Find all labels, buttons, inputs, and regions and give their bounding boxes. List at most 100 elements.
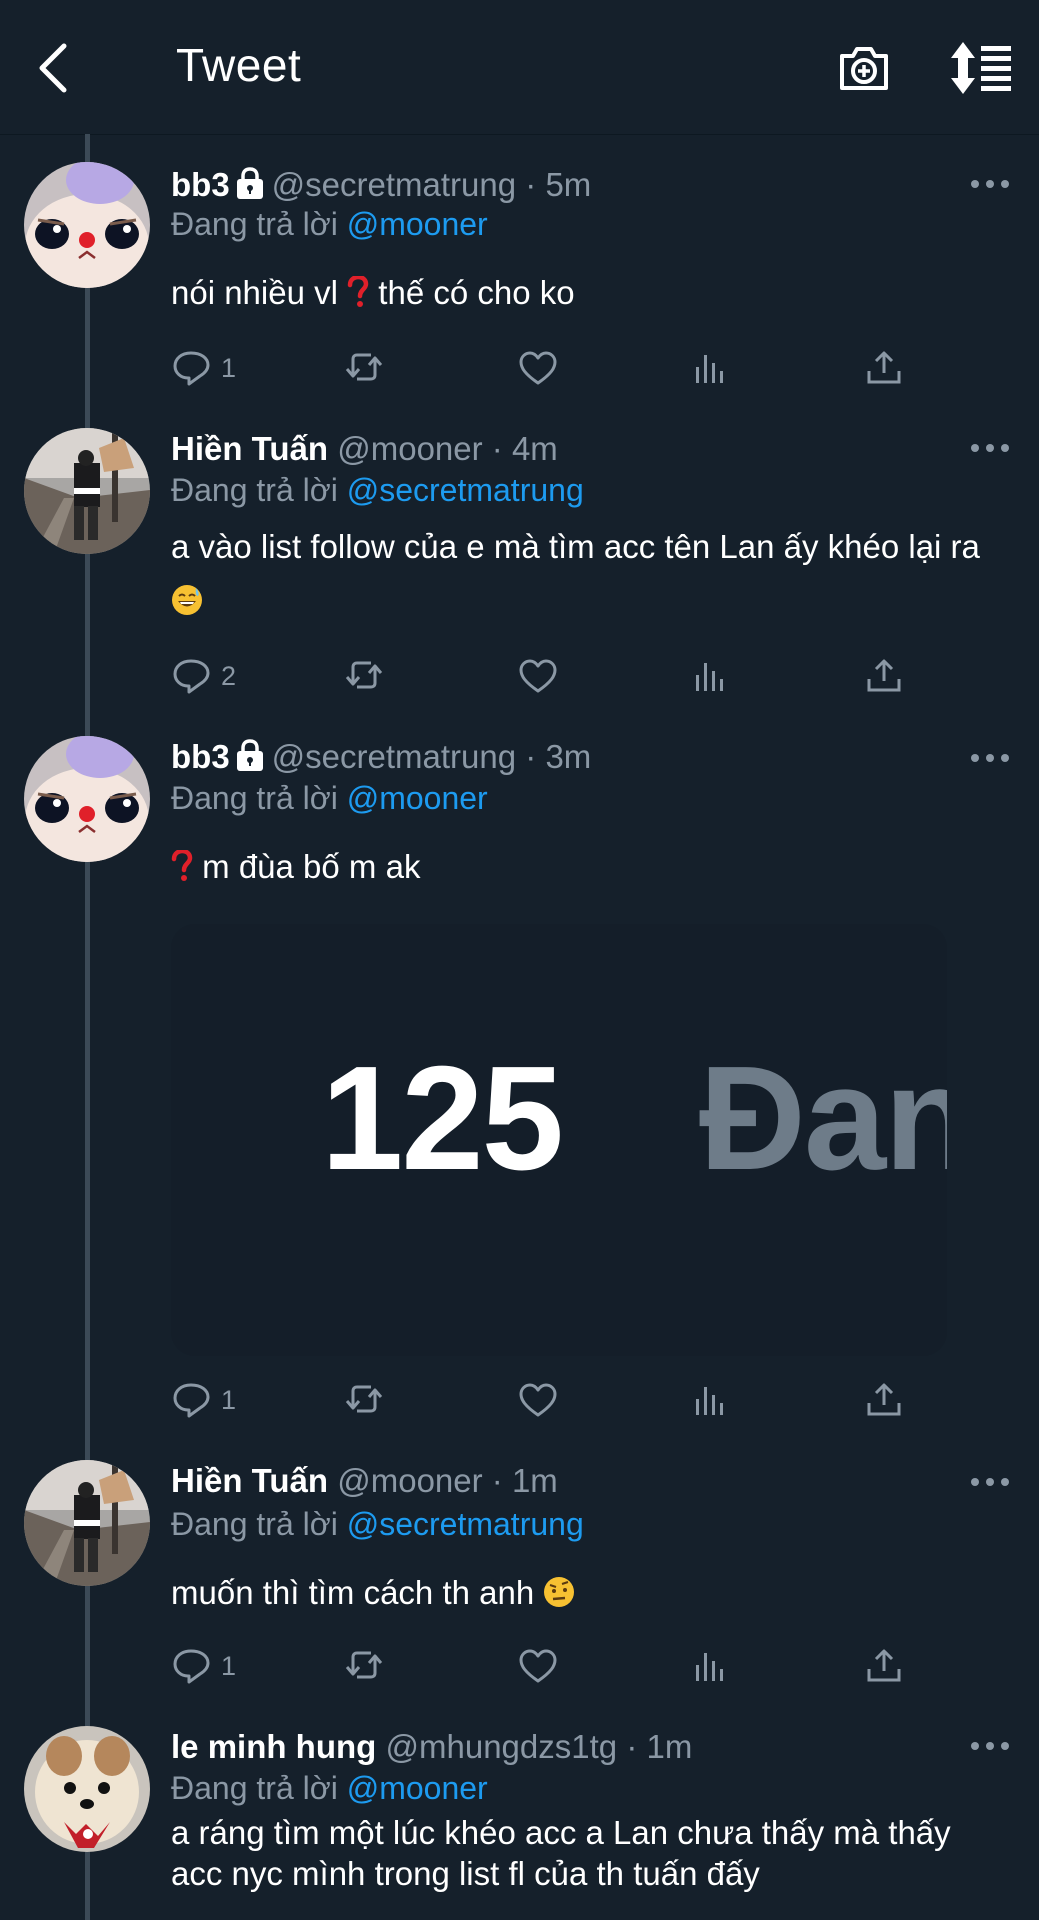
image-number: 125 [321,1036,564,1201]
retweet-button[interactable] [343,1644,385,1688]
handle[interactable]: @mooner [337,430,482,467]
question-emoji [347,270,369,324]
display-name[interactable]: bb3 [171,738,230,775]
reply-button[interactable]: 1 [171,346,236,390]
analytics-icon [696,355,723,383]
more-icon[interactable] [970,1475,1010,1489]
like-button[interactable] [517,1644,559,1688]
tweet-text: a ráng tìm một lúc khéo acc a Lan chưa t… [171,1814,951,1892]
tweet-text: m đùa bố m ak [171,840,1011,898]
reply-icon [173,1383,210,1418]
analytics-icon [696,1653,723,1681]
tweet-header: le minh hung @mhungdzs1tg · 1m [171,1728,692,1766]
retweet-button[interactable] [343,346,385,390]
share-button[interactable] [863,346,905,390]
heart-icon [519,351,557,385]
tweet-text: a vào list follow của e mà tìm acc tên L… [171,520,1011,632]
tweet-image[interactable]: 125 Đan [171,924,947,1356]
timestamp: · 5m [525,166,592,203]
mention-link[interactable]: @mooner [347,206,488,242]
like-button[interactable] [517,346,559,390]
question-emoji [171,844,193,898]
timestamp: · 1m [626,1728,693,1765]
like-button[interactable] [517,654,559,698]
tweet-header: Hiền Tuấn @mooner · 1m [171,1462,558,1500]
reply-prefix: Đang trả lời [171,472,338,508]
like-button[interactable] [517,1378,559,1422]
share-icon [867,1383,901,1416]
image-text: Đan [699,1036,947,1201]
reply-prefix: Đang trả lời [171,1770,338,1806]
handle[interactable]: @mooner [337,1462,482,1499]
tweet-header: bb3 @secretmatrung · 5m [171,166,591,207]
display-name[interactable]: bb3 [171,166,230,203]
analytics-button[interactable] [690,1644,732,1688]
display-name[interactable]: Hiền Tuấn [171,430,328,467]
reply-button[interactable]: 1 [171,1378,236,1422]
reply-context: Đang trả lời @mooner [171,780,488,817]
display-name[interactable]: le minh hung [171,1728,376,1765]
reply-button[interactable]: 1 [171,1644,236,1688]
heart-icon [519,1383,557,1417]
retweet-icon [345,353,383,381]
reply-icon [173,351,210,386]
reply-button[interactable]: 2 [171,654,236,698]
mention-link[interactable]: @mooner [347,1770,488,1806]
retweet-button[interactable] [343,654,385,698]
sort-icon[interactable] [948,40,1014,96]
tweet[interactable]: Hiền Tuấn @mooner · 1m Đang trả lời @sec… [0,1430,1039,1692]
avatar[interactable] [24,428,150,554]
tweet-text-part: m đùa bố m ak [193,848,421,885]
camera-plus-icon[interactable] [836,40,892,96]
retweet-button[interactable] [343,1378,385,1422]
analytics-icon [696,1387,723,1415]
reply-count: 1 [221,1384,237,1415]
more-icon[interactable] [970,1739,1010,1753]
share-button[interactable] [863,1644,905,1688]
top-bar: Tweet [0,0,1039,135]
avatar[interactable] [24,736,150,862]
handle[interactable]: @secretmatrung [272,738,516,775]
tweet-text-part: nói nhiều vl [171,274,348,311]
tweet[interactable]: bb3 @secretmatrung · 5m Đang trả lời @moo… [0,134,1039,396]
analytics-button[interactable] [690,654,732,698]
handle[interactable]: @secretmatrung [272,166,516,203]
reply-count: 1 [221,1650,237,1681]
timestamp: · 1m [491,1462,558,1499]
analytics-icon [696,663,723,691]
avatar[interactable] [24,162,150,288]
action-bar: 1 [171,1378,931,1422]
share-button[interactable] [863,1378,905,1422]
display-name[interactable]: Hiền Tuấn [171,1462,328,1499]
mention-link[interactable]: @secretmatrung [347,1506,584,1542]
heart-icon [519,1649,557,1683]
raised-eyebrow-emoji [543,1570,575,1624]
tweet[interactable]: le minh hung @mhungdzs1tg · 1m Đang trả … [0,1696,1039,1920]
share-button[interactable] [863,654,905,698]
reply-count: 2 [221,660,237,691]
handle[interactable]: @mhungdzs1tg [386,1728,618,1765]
avatar[interactable] [24,1460,150,1586]
analytics-button[interactable] [690,346,732,390]
mention-link[interactable]: @secretmatrung [347,472,584,508]
retweet-icon [345,661,383,689]
reply-prefix: Đang trả lời [171,1506,338,1542]
action-bar: 1 [171,1644,931,1688]
lock-icon [234,167,266,207]
tweet[interactable]: bb3 @secretmatrung · 3m Đang trả lời @moo… [0,706,1039,1432]
mention-link[interactable]: @mooner [347,780,488,816]
avatar[interactable] [24,1726,150,1852]
analytics-button[interactable] [690,1378,732,1422]
reply-prefix: Đang trả lời [171,780,338,816]
reply-context: Đang trả lời @secretmatrung [171,1506,584,1543]
more-icon[interactable] [970,177,1010,191]
tweet-text-part: muốn thì tìm cách th anh [171,1574,544,1611]
sweat-smile-emoji [171,578,203,632]
more-icon[interactable] [970,751,1010,765]
back-arrow-icon[interactable] [30,40,80,96]
more-icon[interactable] [970,441,1010,455]
tweet-header: bb3 @secretmatrung · 3m [171,738,591,779]
tweet[interactable]: Hiền Tuấn @mooner · 4m Đang trả lời @sec… [0,398,1039,708]
timestamp: · 3m [525,738,592,775]
share-icon [867,351,901,384]
